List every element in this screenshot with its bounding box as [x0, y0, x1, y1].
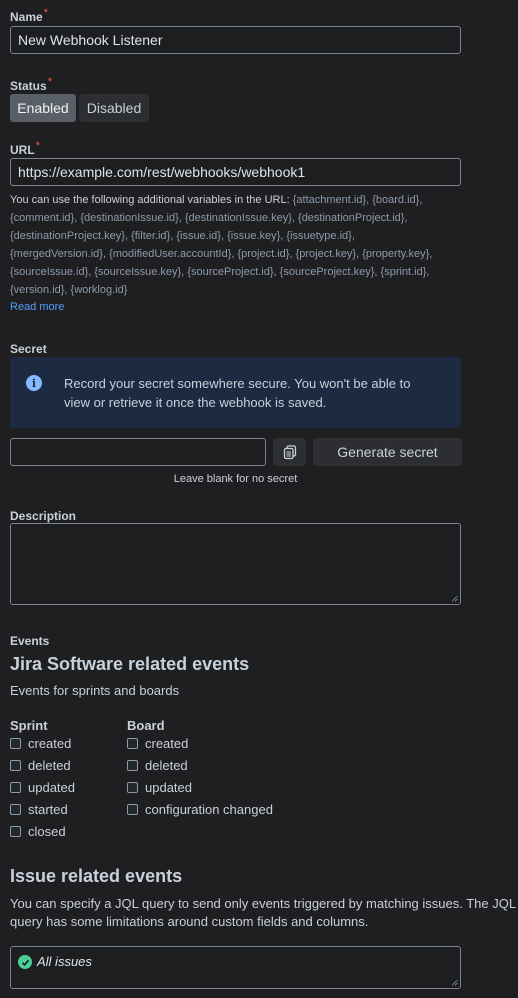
copy-icon: [283, 444, 296, 459]
resize-handle-icon[interactable]: [451, 979, 458, 986]
sprint-closed-option[interactable]: closed: [10, 820, 75, 842]
checkbox[interactable]: [10, 825, 21, 837]
checkbox[interactable]: [10, 803, 21, 815]
status-disabled-button[interactable]: Disabled: [79, 94, 149, 122]
status-label: Status*: [10, 76, 52, 93]
checkbox[interactable]: [10, 781, 21, 793]
checkbox[interactable]: [10, 759, 21, 771]
checkbox[interactable]: [127, 781, 138, 793]
secret-input[interactable]: [10, 438, 266, 466]
name-label: Name*: [10, 7, 48, 24]
board-configuration-changed-option[interactable]: configuration changed: [127, 798, 273, 820]
issue-events-description: You can specify a JQL query to send only…: [10, 896, 516, 929]
issue-events-description-clip: You can specify a JQL query to send only…: [10, 895, 518, 935]
board-created-option[interactable]: created: [127, 732, 273, 754]
jira-software-events-heading: Jira Software related events: [10, 654, 250, 674]
sprint-events-list: created deleted updated started closed: [10, 732, 75, 842]
check-circle-icon: [18, 955, 32, 969]
secret-hint: Leave blank for no secret: [173, 473, 298, 485]
url-input[interactable]: https://example.com/rest/webhooks/webhoo…: [10, 158, 461, 186]
secret-label: Secret: [10, 342, 47, 356]
board-updated-option[interactable]: updated: [127, 776, 273, 798]
sprint-updated-option[interactable]: updated: [10, 776, 75, 798]
name-input[interactable]: New Webhook Listener: [10, 26, 461, 54]
checkbox[interactable]: [10, 737, 21, 749]
description-label: Description: [10, 509, 77, 523]
checkbox[interactable]: [127, 737, 138, 749]
required-mark: *: [47, 76, 52, 88]
board-events-list: created deleted updated configuration ch…: [127, 732, 273, 820]
generate-secret-button[interactable]: Generate secret: [313, 438, 462, 466]
status-enabled-button[interactable]: Enabled: [10, 94, 76, 122]
required-mark: *: [43, 7, 48, 19]
secret-info-banner: i Record your secret somewhere secure. Y…: [10, 357, 461, 428]
required-mark: *: [35, 140, 40, 152]
sprint-created-option[interactable]: created: [10, 732, 75, 754]
sprint-started-option[interactable]: started: [10, 798, 75, 820]
sprint-deleted-option[interactable]: deleted: [10, 754, 75, 776]
sprint-column-title: Sprint: [10, 718, 48, 733]
info-icon: i: [26, 375, 42, 391]
banner-text: Record your secret somewhere secure. You…: [64, 376, 411, 410]
copy-secret-button[interactable]: [273, 438, 306, 466]
board-column-title: Board: [127, 718, 165, 733]
issue-events-heading: Issue related events: [10, 866, 183, 886]
jira-software-events-subtitle: Events for sprints and boards: [10, 683, 180, 698]
jql-query-input[interactable]: All issues: [10, 946, 461, 989]
resize-handle-icon[interactable]: [451, 595, 458, 602]
url-label: URL*: [10, 140, 40, 157]
description-textarea[interactable]: [10, 523, 461, 605]
checkbox[interactable]: [127, 759, 138, 771]
events-label: Events: [10, 634, 50, 648]
board-deleted-option[interactable]: deleted: [127, 754, 273, 776]
read-more-link[interactable]: Read more: [10, 301, 64, 313]
checkbox[interactable]: [127, 803, 138, 815]
url-variables: {attachment.id}, {board.id}, {comment.id…: [10, 194, 433, 296]
url-help-text: You can use the following additional var…: [10, 194, 433, 296]
